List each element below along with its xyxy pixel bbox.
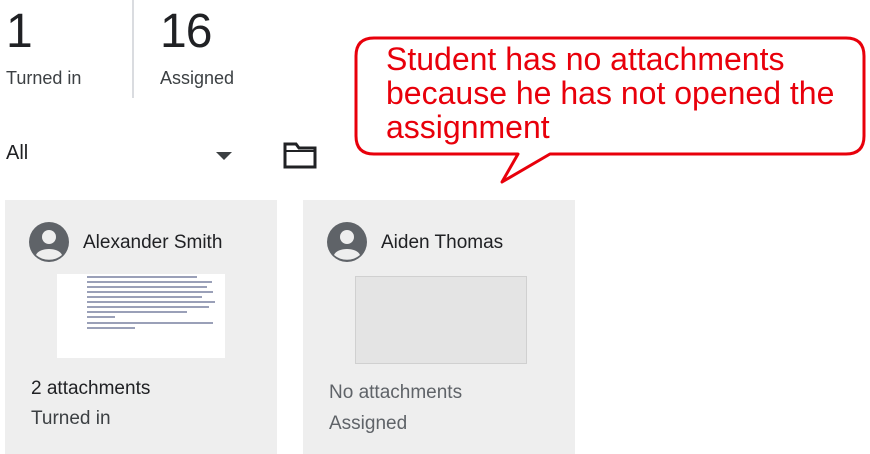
thumbnail-text-line (87, 327, 135, 329)
thumbnail-text-line (87, 296, 202, 298)
submission-status: Assigned (329, 413, 408, 434)
attachment-count: 2 attachments (31, 378, 151, 399)
stats-divider (132, 0, 134, 98)
avatar (29, 222, 69, 262)
chevron-down-icon[interactable] (216, 152, 232, 160)
attachment-count: No attachments (329, 382, 463, 403)
attachment-thumbnail[interactable] (57, 274, 225, 358)
assigned-count: 16 (160, 5, 212, 58)
thumbnail-text-line (87, 301, 215, 303)
student-name: Alexander Smith (83, 232, 223, 253)
thumbnail-text-line (87, 316, 115, 318)
turned-in-label: Turned in (6, 68, 82, 88)
filter-select-value[interactable]: All (6, 142, 28, 165)
thumbnail-text-line (87, 322, 213, 324)
turned-in-stat[interactable]: 1 Turned in (6, 0, 81, 89)
student-card[interactable]: Alexander Smith 2 attachments Turned in (5, 200, 277, 454)
folder-icon[interactable] (282, 140, 318, 170)
assigned-label: Assigned (160, 68, 235, 88)
student-name: Aiden Thomas (381, 232, 504, 253)
callout-text: Student has no attachments because he ha… (386, 41, 835, 145)
submission-status: Turned in (31, 408, 111, 429)
thumbnail-text-line (87, 281, 212, 283)
assigned-stat[interactable]: 16 Assigned (160, 0, 234, 89)
thumbnail-text-line (87, 311, 187, 313)
thumbnail-text-line (87, 291, 213, 293)
student-card[interactable]: Aiden Thomas No attachments Assigned (303, 200, 575, 454)
avatar (327, 222, 367, 262)
thumbnail-text-line (87, 286, 207, 288)
empty-thumbnail (355, 276, 527, 364)
thumbnail-text-line (87, 306, 209, 308)
turned-in-count: 1 (6, 5, 33, 58)
thumbnail-text-line (87, 276, 197, 278)
